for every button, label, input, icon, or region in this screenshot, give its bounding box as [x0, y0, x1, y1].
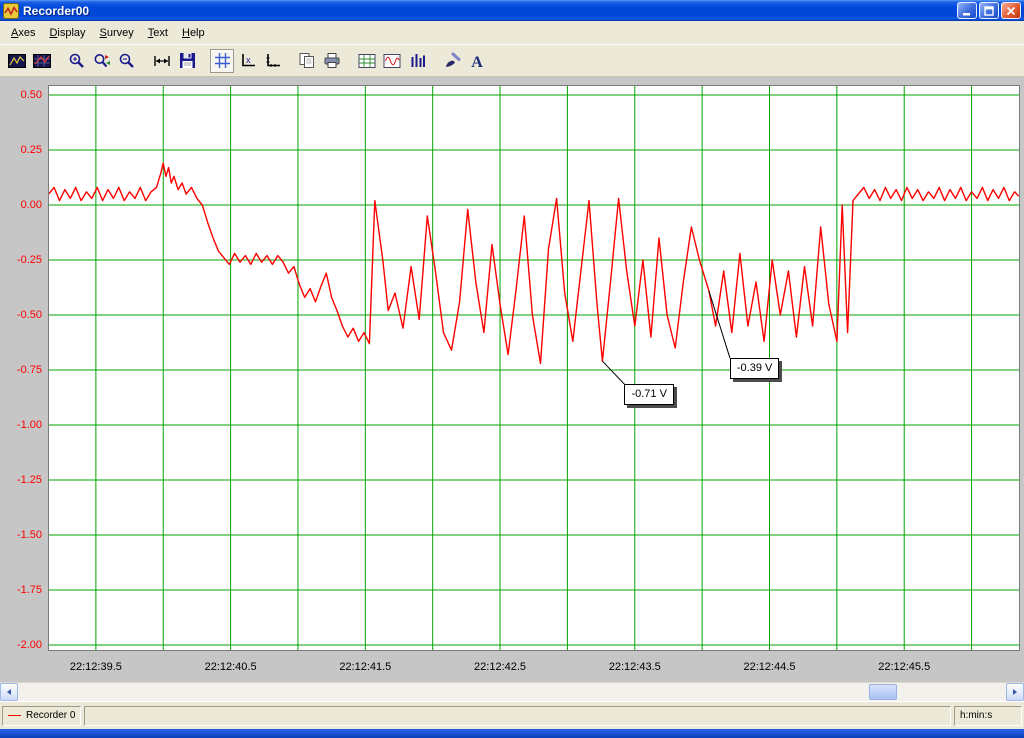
- time-unit-label: h:min:s: [960, 710, 993, 721]
- legend-panel: Recorder 0: [2, 705, 82, 726]
- x-tick-label: 22:12:42.5: [474, 661, 527, 673]
- zoom-icon: [69, 53, 84, 68]
- chart-area: 0.50 0.25 0.00 -0.25 -0.50 -0.75 -1.00 -1.25 -1.…: [0, 77, 1024, 652]
- arrow-right-icon: [1013, 689, 1017, 695]
- title-bar: Recorder00: [0, 0, 1024, 21]
- app-icon: [3, 2, 19, 19]
- autoscale-button[interactable]: [150, 49, 174, 73]
- signal-trace: [49, 162, 1019, 365]
- legend-line-sample: [8, 715, 21, 716]
- x-tick-label: 22:12:41.5: [339, 661, 392, 673]
- recorder-window: { "window": { "title": "Recorder00", "co…: [0, 0, 1024, 738]
- window-title: Recorder00: [23, 3, 90, 18]
- display-wave-button[interactable]: [380, 49, 404, 73]
- display-grid-icon: [358, 53, 376, 68]
- x-axis: 22:12:39.5 22:12:40.5 22:12:41.5 22:12:42.5…: [0, 652, 1024, 682]
- scroll-right-button[interactable]: [1006, 683, 1024, 701]
- y-tick-label: -1.25: [16, 473, 42, 486]
- close-button[interactable]: [1001, 2, 1021, 19]
- x-tick-label: 22:12:40.5: [204, 661, 257, 673]
- maximize-button[interactable]: [979, 2, 999, 19]
- copy-icon: [299, 53, 314, 68]
- time-unit-panel: h:min:s: [954, 705, 1022, 726]
- plot-area[interactable]: -0.71 V -0.39 V: [48, 85, 1020, 651]
- menu-item-text[interactable]: Text: [141, 23, 175, 43]
- display-grid-button[interactable]: [355, 49, 379, 73]
- statusbar-spacer: [84, 705, 951, 726]
- zoom-button[interactable]: [65, 49, 89, 73]
- plot-window-alt-icon: [33, 53, 51, 68]
- autoscale-icon: [154, 55, 170, 66]
- copy-button[interactable]: [295, 49, 319, 73]
- grid-icon: [214, 53, 230, 68]
- minimize-icon: [963, 12, 970, 15]
- zoom-window-icon: [94, 53, 110, 67]
- plot-window-alt-button[interactable]: [30, 49, 54, 73]
- display-wave-icon: [383, 53, 401, 68]
- brush-icon: [446, 52, 461, 67]
- y-tick-label: 0.25: [20, 144, 42, 156]
- y-tick-label: -2.00: [16, 638, 42, 651]
- menu-item-display[interactable]: Display: [42, 23, 92, 43]
- value-callout[interactable]: -0.71 V: [624, 384, 674, 406]
- axis-scale-icon: x: [241, 54, 255, 67]
- legend-label: Recorder 0: [26, 710, 76, 721]
- arrow-left-icon: [7, 689, 11, 695]
- axis-ticks-button[interactable]: [260, 49, 284, 73]
- text-button[interactable]: A: [465, 49, 489, 73]
- grid-toggle-button[interactable]: [210, 48, 234, 73]
- axis-scale-button[interactable]: x: [235, 49, 259, 73]
- save-button[interactable]: [175, 49, 199, 73]
- menu-bar: Axes Display Survey Text Help: [0, 21, 1024, 44]
- display-bars-icon: [411, 54, 425, 67]
- plot-window-icon: [8, 53, 26, 68]
- y-tick-label: 0.50: [20, 89, 42, 102]
- y-tick-label: -0.25: [16, 253, 42, 266]
- x-tick-label: 22:12:43.5: [608, 661, 661, 673]
- y-tick-label: -1.00: [16, 418, 42, 431]
- print-icon: [324, 53, 340, 68]
- waveform-plot: [49, 86, 1019, 650]
- zoom-window-button[interactable]: [90, 49, 114, 73]
- save-icon: [179, 53, 195, 68]
- menu-item-survey[interactable]: Survey: [93, 23, 141, 43]
- maximize-icon: [984, 5, 994, 16]
- y-tick-label: 0.00: [20, 199, 42, 211]
- status-bar: Recorder 0 h:min:s: [0, 701, 1024, 729]
- close-icon: [1006, 6, 1016, 15]
- window-bottom-border: [0, 729, 1024, 738]
- print-button[interactable]: [320, 49, 344, 73]
- text-icon: A: [471, 54, 483, 70]
- y-tick-label: -1.50: [16, 528, 42, 541]
- axis-ticks-icon: [266, 54, 280, 67]
- scrollbar-track[interactable]: [18, 683, 1006, 701]
- zoom-out-icon: [119, 53, 134, 68]
- toolbar: x A: [0, 44, 1024, 77]
- plot-window-button[interactable]: [5, 49, 29, 73]
- minimize-button[interactable]: [957, 2, 977, 19]
- y-tick-label: -0.75: [16, 363, 42, 376]
- display-bars-button[interactable]: [405, 49, 429, 73]
- x-tick-label: 22:12:45.5: [878, 661, 931, 673]
- value-callout[interactable]: -0.39 V: [729, 357, 780, 379]
- x-tick-label: 22:12:44.5: [743, 661, 796, 673]
- scroll-left-button[interactable]: [0, 683, 18, 701]
- horizontal-scrollbar: [0, 682, 1024, 701]
- menu-item-axes[interactable]: Axes: [4, 23, 42, 43]
- zoom-out-button[interactable]: [115, 49, 139, 73]
- menu-item-help[interactable]: Help: [175, 23, 212, 43]
- y-axis: 0.50 0.25 0.00 -0.25 -0.50 -0.75 -1.00 -1.25 -1.…: [0, 77, 48, 652]
- y-tick-label: -0.50: [16, 308, 42, 321]
- brush-button[interactable]: [440, 49, 464, 73]
- svg-text:A: A: [471, 54, 483, 70]
- scrollbar-thumb[interactable]: [869, 684, 897, 700]
- svg-text:x: x: [246, 55, 251, 65]
- y-tick-label: -1.75: [16, 583, 42, 596]
- x-tick-label: 22:12:39.5: [69, 661, 122, 673]
